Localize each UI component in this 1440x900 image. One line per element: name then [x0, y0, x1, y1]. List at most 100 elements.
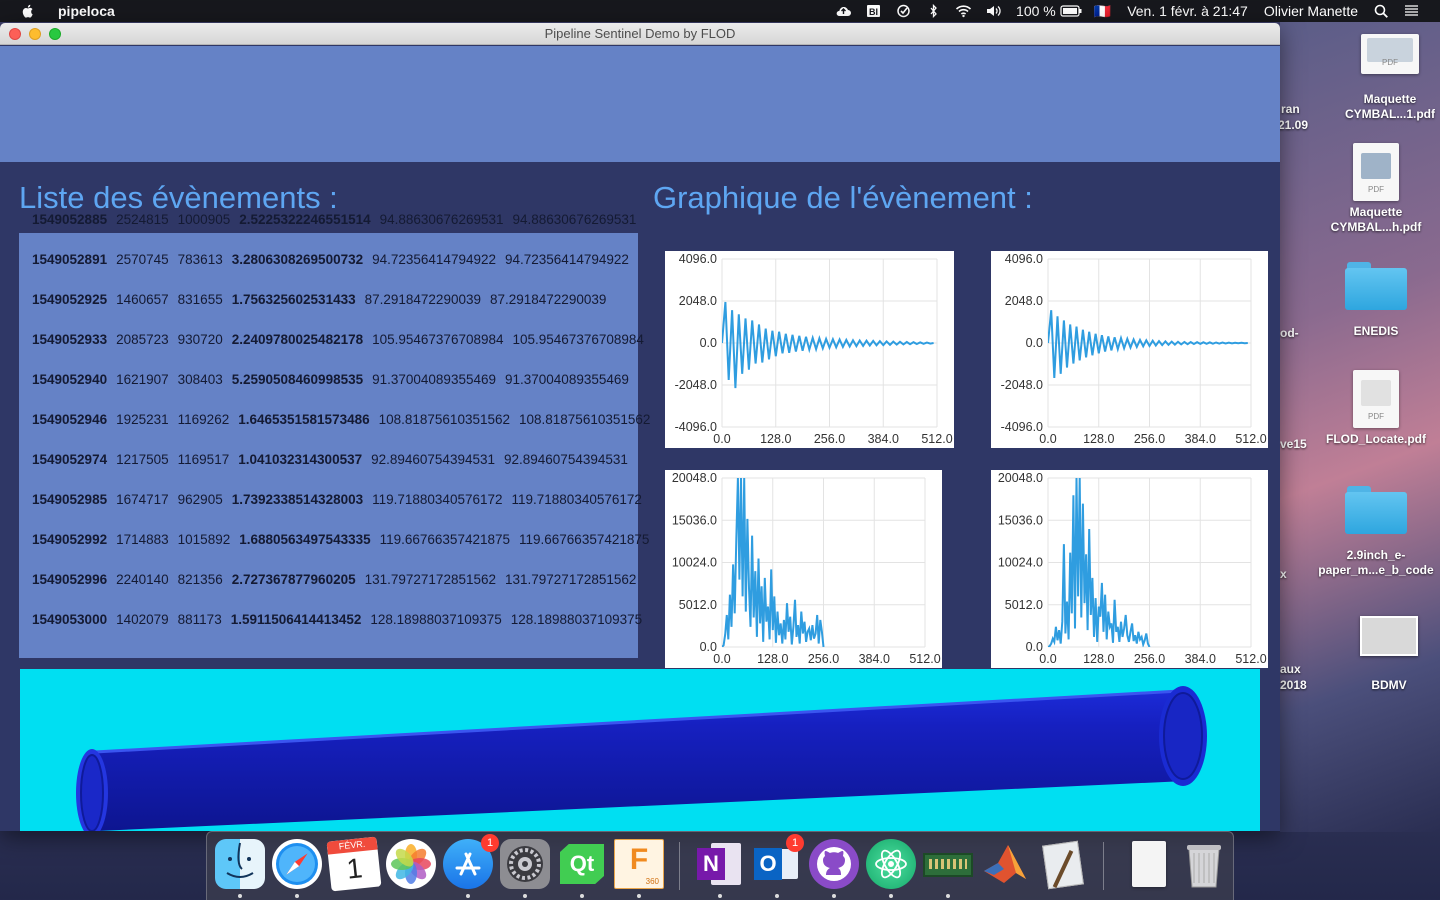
fritzing-board-icon[interactable]: [923, 839, 973, 889]
calendar-icon[interactable]: FÉVR. 1: [326, 836, 382, 892]
github-desktop-icon[interactable]: [809, 839, 859, 889]
x-tick-label: 384.0: [859, 652, 890, 666]
running-indicator: [523, 894, 527, 898]
desktop-item-label: ENEDIS: [1353, 324, 1399, 338]
event-row[interactable]: 1549052885 2524815 1000905 2.52253222465515…: [32, 212, 645, 227]
pipe-3d-model: [76, 686, 1207, 831]
atom-icon[interactable]: [866, 839, 916, 889]
event-row[interactable]: 1549052996 2240140 821356 2.727367877960205…: [32, 572, 645, 587]
x-tick-label: 256.0: [808, 652, 839, 666]
event-value-b: 783613: [177, 252, 223, 267]
notification-center-icon[interactable]: [1396, 0, 1426, 22]
menubar-user-name[interactable]: Olivier Manette: [1256, 3, 1366, 19]
outlook-icon[interactable]: O 1: [752, 834, 804, 889]
event-row[interactable]: 1549052985 1674717 962905 1.739233851432800…: [32, 492, 651, 507]
event-value-a: 2240140: [116, 572, 169, 587]
desktop-item-maquette-h-pdf[interactable]: PDF Maquette CYMBAL...h.pdf: [1316, 143, 1436, 235]
close-window-button[interactable]: [9, 27, 21, 40]
menubar-clock[interactable]: Ven. 1 févr. à 21:47: [1119, 3, 1256, 19]
event-row[interactable]: 1549052891 2570745 783613 3.280630826950073…: [32, 252, 638, 267]
x-tick-label: 512.0: [909, 652, 940, 666]
event-row[interactable]: 1549053000 1402079 881173 1.591150641441345…: [32, 612, 651, 627]
desktop-item-label: FLOD_Locate.pdf: [1325, 432, 1426, 446]
x-tick-label: 512.0: [1235, 652, 1266, 666]
event-value-b: 821356: [177, 572, 223, 587]
event-row[interactable]: 1549052992 1714883 1015892 1.68805634975433…: [32, 532, 658, 547]
event-timestamp: 1549053000: [32, 612, 108, 627]
onenote-icon[interactable]: N: [695, 839, 745, 889]
notification-badge: 1: [481, 834, 499, 852]
photos-icon[interactable]: [386, 839, 436, 889]
desktop-partial-label: 21.09: [1278, 118, 1309, 132]
y-tick-label: 4096.0: [679, 252, 717, 266]
y-tick-label: -2048.0: [1001, 378, 1043, 392]
safari-icon[interactable]: [272, 839, 322, 889]
window-titlebar[interactable]: Pipeline Sentinel Demo by FLOD: [0, 23, 1280, 45]
running-indicator: [775, 894, 779, 898]
event-row[interactable]: 1549052974 1217505 1169517 1.04103231430053…: [32, 452, 637, 467]
event-value-a: 1460657: [116, 292, 169, 307]
minimize-window-button[interactable]: [29, 27, 41, 40]
event-value-b: 831655: [177, 292, 223, 307]
event-position-1: 87.2918472290039: [364, 292, 481, 307]
event-row[interactable]: 1549052933 2085723 930720 2.240978002548217…: [32, 332, 653, 347]
desktop-item-bdmv[interactable]: BDMV: [1344, 616, 1434, 693]
event-position-2: 119.71880340576172: [511, 492, 642, 507]
running-indicator: [295, 894, 299, 898]
desktop-partial-label: 2018: [1280, 678, 1307, 692]
volume-icon[interactable]: [978, 0, 1008, 22]
qt-creator-icon[interactable]: Qt: [557, 839, 607, 889]
event-value-a: 1714883: [116, 532, 169, 547]
y-tick-label: 10024.0: [998, 556, 1043, 570]
bluetooth-icon[interactable]: [918, 0, 948, 22]
event-energy: 1.756325602531433: [231, 292, 356, 307]
desktop-partial-label: x: [1280, 567, 1287, 581]
event-energy: 1.6880563497543335: [239, 532, 371, 547]
trash-icon[interactable]: [1179, 839, 1229, 889]
pdf-file-icon: PDF: [1361, 34, 1419, 74]
creative-cloud-icon[interactable]: [828, 0, 858, 22]
zoom-window-button[interactable]: [49, 27, 61, 40]
matlab-icon[interactable]: [980, 839, 1030, 889]
apple-menu-icon[interactable]: [20, 3, 36, 19]
event-timestamp: 1549052974: [32, 452, 108, 467]
wifi-icon[interactable]: [948, 0, 978, 22]
sync-check-icon[interactable]: [888, 0, 918, 22]
finder-icon[interactable]: [215, 839, 265, 889]
event-value-b: 1169262: [177, 412, 230, 427]
spotlight-search-icon[interactable]: [1366, 0, 1396, 22]
event-row[interactable]: 1549052940 1621907 308403 5.259050846099853…: [32, 372, 638, 387]
event-position-1: 105.95467376708984: [372, 332, 504, 347]
system-preferences-icon[interactable]: [500, 839, 550, 889]
event-row[interactable]: 1549052946 1925231 1169262 1.64653515815734…: [32, 412, 659, 427]
pdf-file-icon: PDF: [1353, 370, 1399, 428]
event-position-1: 94.88630676269531: [379, 212, 504, 227]
event-position-2: 128.18988037109375: [510, 612, 643, 627]
event-position-2: 108.81875610351562: [519, 412, 651, 427]
bitdefender-icon[interactable]: BI: [858, 0, 888, 22]
time-signal-chart-1: 0.0 128.0 256.0 384.0 512.0 4096.0 2048.0 0.0 -2…: [665, 251, 954, 448]
chart-3-svg: 0.0 128.0 256.0 384.0 512.0 20048.0 15036.0 100…: [998, 471, 1267, 666]
desktop-item-enedis[interactable]: ENEDIS: [1316, 262, 1436, 339]
running-indicator: [580, 894, 584, 898]
script-editor-icon[interactable]: [1037, 839, 1087, 890]
event-energy: 2.5225322246551514: [239, 212, 371, 227]
header-banner: [0, 46, 1280, 162]
input-source-flag[interactable]: 🇫🇷: [1086, 3, 1119, 20]
desktop-item-maquette-1-pdf[interactable]: PDF Maquette CYMBAL...1.pdf: [1330, 34, 1440, 122]
pipeline-3d-view[interactable]: [20, 669, 1260, 831]
app-store-icon[interactable]: 1: [443, 834, 499, 889]
event-timestamp: 1549052891: [32, 252, 108, 267]
y-tick-label: 20048.0: [998, 471, 1043, 485]
battery-icon[interactable]: [1056, 0, 1086, 22]
desktop-item-flod-locate-pdf[interactable]: PDF FLOD_Locate.pdf: [1316, 370, 1436, 447]
event-position-2: 91.37004089355469: [505, 372, 629, 387]
documents-stack-icon[interactable]: [1124, 839, 1174, 889]
event-value-b: 1169517: [177, 452, 230, 467]
desktop-item-epaper-code[interactable]: 2.9inch_e-paper_m...e_b_code: [1316, 486, 1436, 578]
fusion-360-icon[interactable]: F 360: [614, 839, 664, 889]
chart-2-svg: 0.0 128.0 256.0 384.0 512.0 20048.0 15036.0 100…: [672, 471, 941, 666]
event-row[interactable]: 1549052925 1460657 831655 1.756325602531433…: [32, 292, 615, 307]
active-app-name[interactable]: pipeloca: [58, 3, 115, 19]
event-value-b: 1000905: [177, 212, 231, 227]
